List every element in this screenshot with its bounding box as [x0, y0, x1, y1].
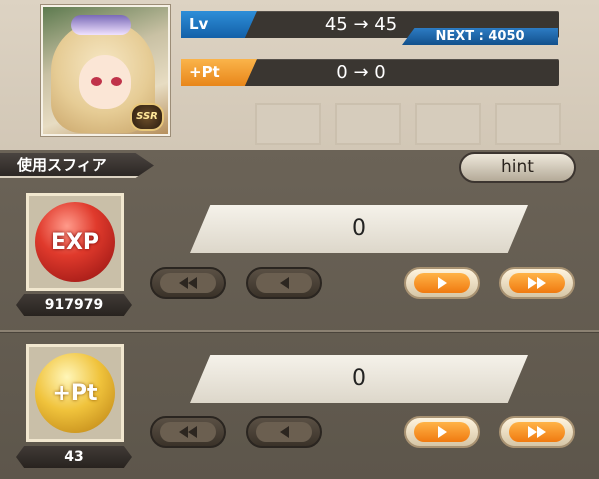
exp-sphere-count: 917979: [16, 294, 132, 316]
pt-increase-button[interactable]: [404, 416, 480, 448]
background-card: [495, 103, 561, 145]
right-arrow-icon: [437, 426, 447, 438]
next-exp-label: NEXT : 4050: [402, 28, 558, 45]
exp-increase-button[interactable]: [404, 267, 480, 299]
level-tag: Lv: [181, 11, 257, 38]
background-card: [335, 103, 401, 145]
hint-button[interactable]: hint: [459, 152, 576, 183]
double-right-arrow-icon: [528, 426, 537, 438]
pt-increase-max-button[interactable]: [499, 416, 575, 448]
points-bar: +Pt 0 → 0: [181, 59, 559, 86]
exp-sphere-icon: EXP: [26, 193, 124, 291]
left-arrow-icon: [279, 277, 289, 289]
double-right-arrow-icon: [528, 277, 537, 289]
double-left-arrow-icon: [179, 277, 188, 289]
background-card: [415, 103, 481, 145]
exp-increase-max-button[interactable]: [499, 267, 575, 299]
exp-amount-field[interactable]: 0: [190, 205, 528, 253]
exp-decrease-max-button[interactable]: [150, 267, 226, 299]
pt-sphere-count: 43: [16, 446, 132, 468]
right-arrow-icon: [437, 277, 447, 289]
pt-sphere-icon: +Pt: [26, 344, 124, 442]
pt-orb-icon: +Pt: [35, 353, 115, 433]
points-value: 0 → 0: [336, 62, 386, 83]
row-divider: [0, 330, 599, 333]
section-title: 使用スフィア: [0, 153, 154, 178]
points-tag: +Pt: [181, 59, 257, 86]
exp-decrease-button[interactable]: [246, 267, 322, 299]
left-arrow-icon: [279, 426, 289, 438]
pt-amount-field[interactable]: 0: [190, 355, 528, 403]
exp-orb-icon: EXP: [35, 202, 115, 282]
double-left-arrow-icon: [179, 426, 188, 438]
pt-decrease-button[interactable]: [246, 416, 322, 448]
pt-decrease-max-button[interactable]: [150, 416, 226, 448]
ssr-rarity-badge: SSR: [130, 103, 164, 131]
background-card: [255, 103, 321, 145]
